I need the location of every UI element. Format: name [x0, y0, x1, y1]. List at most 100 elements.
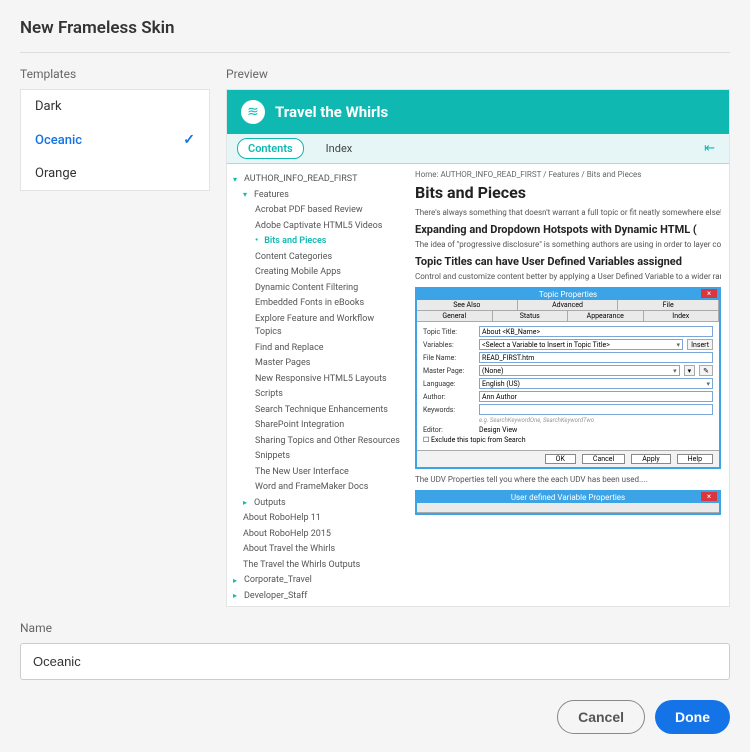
toc-node[interactable]: Content Categories — [233, 250, 401, 266]
toc-node[interactable]: Explore Feature and Workflow Topics — [233, 312, 401, 341]
preview-body: ▾AUTHOR_INFO_READ_FIRST▾FeaturesAcrobat … — [227, 164, 729, 607]
checkmark-icon: ✓ — [183, 132, 195, 148]
preview-column: Preview ≋ Travel the Whirls Contents Inde… — [226, 67, 730, 607]
topic-properties-form: Topic Title:About <KB_Name> Variables:<S… — [417, 322, 719, 450]
close-icon: × — [701, 289, 717, 298]
toc-node[interactable]: New Responsive HTML5 Layouts — [233, 372, 401, 388]
toc-node[interactable]: Search Technique Enhancements — [233, 403, 401, 419]
toc-label: Corporate_Travel — [244, 574, 312, 588]
toc-label: Acrobat PDF based Review — [255, 204, 363, 218]
caret-right-icon: ▸ — [233, 606, 241, 607]
paragraph-4: The UDV Properties tell you where the ea… — [415, 475, 721, 484]
topic-properties-dialog: Topic Properties × See Also Advanced Fil… — [415, 287, 721, 469]
caret-down-icon: ▾ — [243, 189, 251, 201]
preview-header: ≋ Travel the Whirls — [227, 90, 729, 134]
subheading-2: Topic Titles can have User Defined Varia… — [415, 255, 721, 268]
toc-label: SharePoint Integration — [255, 419, 344, 433]
name-label: Name — [20, 621, 730, 635]
toc-label: The Travel the Whirls Outputs — [243, 559, 360, 573]
toc-label: Bits and Pieces — [264, 235, 326, 249]
toc-label: AUTHOR_INFO_READ_FIRST — [244, 173, 358, 187]
toc-node[interactable]: Adobe Captivate HTML5 Videos — [233, 219, 401, 235]
toc-node[interactable]: Scripts — [233, 387, 401, 403]
caret-right-icon: ▸ — [233, 590, 241, 602]
toc-label: The New User Interface — [255, 466, 349, 480]
collapse-icon[interactable]: ⇤ — [704, 141, 715, 156]
toc-label: About RoboHelp 11 — [243, 512, 321, 526]
caret-down-icon: ▾ — [233, 174, 241, 186]
toc-node[interactable]: Word and FrameMaker Docs — [233, 480, 401, 496]
preview-tab-contents[interactable]: Contents — [237, 138, 304, 159]
close-icon: × — [701, 492, 717, 501]
toc-node[interactable]: ▾Features — [233, 188, 401, 204]
toc-node[interactable]: Dynamic Content Filtering — [233, 281, 401, 297]
toc-node[interactable]: The Travel the Whirls Outputs — [233, 558, 401, 574]
toc-label: Adobe Captivate HTML5 Videos — [255, 220, 382, 234]
template-item-orange[interactable]: Orange — [21, 157, 209, 190]
toc-label: New Responsive HTML5 Layouts — [255, 373, 387, 387]
toc-node[interactable]: ▸Outputs — [233, 496, 401, 512]
template-item-oceanic[interactable]: Oceanic✓ — [21, 123, 209, 157]
toc-label: Creating Mobile Apps — [255, 266, 341, 280]
toc-label: Outputs — [254, 497, 286, 511]
paragraph-3: Control and customize content better by … — [415, 272, 721, 281]
templates-column: Templates DarkOceanic✓ Orange — [20, 67, 210, 607]
toc-node[interactable]: Find and Replace — [233, 341, 401, 357]
subheading-1: Expanding and Dropdown Hotspots with Dyn… — [415, 223, 721, 236]
toc-label: Explore Feature and Workflow Topics — [255, 313, 401, 340]
preview-tab-index[interactable]: Index — [316, 139, 363, 158]
preview-tabs: Contents Index ⇤ — [227, 134, 729, 164]
toc-label: About RoboHelp 2015 — [243, 528, 331, 542]
preview-toc[interactable]: ▾AUTHOR_INFO_READ_FIRST▾FeaturesAcrobat … — [227, 164, 407, 607]
toc-label: Snippets — [255, 450, 290, 464]
template-item-dark[interactable]: Dark — [21, 90, 209, 123]
toc-node[interactable]: Sharing Topics and Other Resources — [233, 434, 401, 450]
breadcrumb: Home: AUTHOR_INFO_READ_FIRST / Features … — [415, 170, 721, 179]
toc-node[interactable]: About RoboHelp 2015 — [233, 527, 401, 543]
toc-label: Content Categories — [255, 251, 332, 265]
caret-right-icon: ▸ — [243, 497, 251, 509]
dialog-footer: Cancel Done — [20, 700, 730, 734]
toc-node[interactable]: ▸Developer_Staff — [233, 589, 401, 605]
toc-node[interactable]: Snippets — [233, 449, 401, 465]
topic-properties-titlebar: Topic Properties × — [417, 289, 719, 300]
toc-node[interactable]: Master Pages — [233, 356, 401, 372]
toc-node[interactable]: Creating Mobile Apps — [233, 265, 401, 281]
template-label: Orange — [35, 166, 77, 181]
new-skin-dialog: New Frameless Skin Templates DarkOceanic… — [0, 0, 750, 752]
toc-label: Dynamic Content Filtering — [255, 282, 358, 296]
topic-properties-buttons: OK Cancel Apply Help — [417, 450, 719, 467]
toc-label: Search Technique Enhancements — [255, 404, 388, 418]
toc-node[interactable]: SharePoint Integration — [233, 418, 401, 434]
toc-node[interactable]: Embedded Fonts in eBooks — [233, 296, 401, 312]
toc-node[interactable]: ▾AUTHOR_INFO_READ_FIRST — [233, 172, 401, 188]
toc-label: About Travel the Whirls — [243, 543, 335, 557]
dialog-columns: Templates DarkOceanic✓ Orange Preview ≋ T… — [20, 67, 730, 607]
name-section: Name — [20, 621, 730, 680]
template-list: DarkOceanic✓ Orange — [20, 89, 210, 191]
toc-node[interactable]: Bits and Pieces — [233, 234, 401, 250]
paragraph-2: The idea of "progressive disclosure" is … — [415, 240, 721, 249]
templates-label: Templates — [20, 67, 210, 81]
toc-node[interactable]: ▸Corporate_Travel — [233, 573, 401, 589]
toc-node[interactable]: ▸How_Do_I — [233, 604, 401, 607]
cancel-button[interactable]: Cancel — [557, 700, 645, 734]
done-button[interactable]: Done — [655, 700, 730, 734]
toc-label: Master Pages — [255, 357, 310, 371]
toc-label: Features — [254, 189, 289, 203]
preview-content: Home: AUTHOR_INFO_READ_FIRST / Features … — [407, 164, 729, 607]
toc-node[interactable]: About RoboHelp 11 — [233, 511, 401, 527]
topic-properties-tabs: See Also Advanced File — [417, 300, 719, 311]
preview-label: Preview — [226, 67, 730, 81]
topic-properties-tabs-row2: General Status Appearance Index — [417, 311, 719, 322]
caret-right-icon: ▸ — [233, 575, 241, 587]
toc-node[interactable]: The New User Interface — [233, 465, 401, 481]
preview-frame: ≋ Travel the Whirls ContentsIndex ⇤ ▾AUT… — [226, 89, 730, 607]
toc-node[interactable]: Acrobat PDF based Review — [233, 203, 401, 219]
dialog-title: New Frameless Skin — [20, 18, 730, 53]
toc-node[interactable]: About Travel the Whirls — [233, 542, 401, 558]
toc-label: Find and Replace — [255, 342, 324, 356]
preview-app-title: Travel the Whirls — [275, 103, 388, 121]
skin-name-input[interactable] — [20, 643, 730, 680]
udv-properties-dialog: User defined Variable Properties × — [415, 490, 721, 515]
